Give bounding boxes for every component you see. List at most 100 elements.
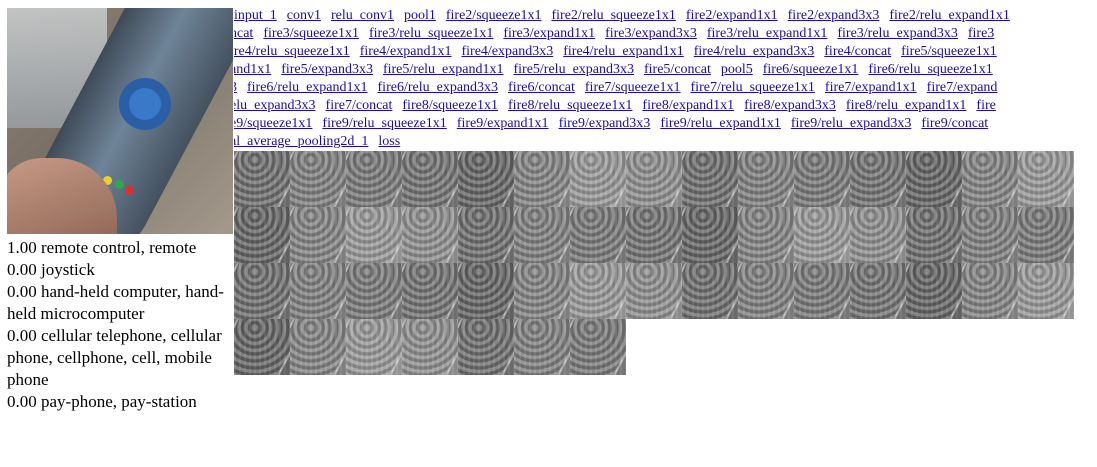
layer-link[interactable]: fire9/expand1x1 (457, 116, 549, 131)
feature-map-tile (1018, 207, 1074, 263)
layer-link-row: elu_expand3x3 fire7/concat fire8/squeeze1x… (234, 97, 1093, 115)
layer-link-row: and1x1 fire5/expand3x3 fire5/relu_expand1x… (234, 61, 1093, 79)
feature-map-tile (514, 207, 570, 263)
layer-link[interactable]: fire5/concat (644, 62, 711, 77)
feature-map-tile (626, 263, 682, 319)
layer-link[interactable]: fire3 (968, 26, 994, 41)
layer-link[interactable]: fire2/relu_expand1x1 (889, 8, 1010, 23)
layer-link[interactable]: fire3/relu_expand3x3 (837, 26, 958, 41)
feature-map-tile (458, 263, 514, 319)
layer-link[interactable]: fire3/squeeze1x1 (263, 26, 359, 41)
green-button (115, 180, 124, 189)
layer-link[interactable]: fire9/expand3x3 (559, 116, 651, 131)
layer-link[interactable]: fire6/relu_squeeze1x1 (868, 62, 992, 77)
layer-link[interactable]: fire7/expand1x1 (825, 80, 917, 95)
feature-map-tile (738, 151, 794, 207)
red-button (125, 186, 134, 195)
feature-map-tile (234, 207, 290, 263)
layer-link[interactable]: fire8/squeeze1x1 (402, 98, 498, 113)
layer-link[interactable]: fire5/relu_expand1x1 (383, 62, 504, 77)
layer-link[interactable]: fire2/squeeze1x1 (446, 8, 542, 23)
feature-map-tile (962, 207, 1018, 263)
feature-map-tile (962, 263, 1018, 319)
layer-link[interactable]: fire4/expand3x3 (461, 44, 553, 59)
layer-link[interactable]: fire5/expand3x3 (281, 62, 373, 77)
layer-link[interactable]: pool5 (721, 62, 753, 77)
input-image (7, 8, 233, 234)
layer-link[interactable]: fire9/concat (921, 116, 988, 131)
feature-map-tile (346, 151, 402, 207)
layer-link[interactable]: ire4/relu_squeeze1x1 (234, 44, 350, 59)
layer-link[interactable]: fire6/concat (508, 80, 575, 95)
layer-link[interactable]: fire3/relu_squeeze1x1 (369, 26, 493, 41)
feature-map-tile (402, 151, 458, 207)
feature-map-tile (794, 263, 850, 319)
prediction-item: 1.00 remote control, remote (7, 238, 197, 257)
layer-link[interactable]: fire4/relu_expand3x3 (694, 44, 815, 59)
layer-link[interactable]: al_average_pooling2d_1 (234, 134, 368, 149)
feature-map-tile (962, 151, 1018, 207)
layer-link[interactable]: fire4/expand1x1 (360, 44, 452, 59)
layer-link[interactable]: fire8/relu_squeeze1x1 (508, 98, 632, 113)
layer-link[interactable]: fire2/relu_squeeze1x1 (552, 8, 676, 23)
layer-link[interactable]: fire4/relu_expand1x1 (563, 44, 684, 59)
layer-link[interactable]: conv1 (287, 8, 321, 23)
feature-map-tile (514, 263, 570, 319)
layer-link[interactable]: 3 (234, 80, 237, 95)
layer-link[interactable]: fire6/squeeze1x1 (763, 62, 859, 77)
feature-map-tile (906, 207, 962, 263)
feature-map-tile (346, 263, 402, 319)
layer-link[interactable]: fire5/squeeze1x1 (901, 44, 997, 59)
prediction-item: 0.00 pay-phone, pay-station (7, 392, 197, 411)
layer-link[interactable]: fire9/relu_squeeze1x1 (322, 116, 446, 131)
layer-link[interactable]: input_1 (234, 8, 277, 23)
feature-map-tile (906, 263, 962, 319)
feature-map-tile (402, 263, 458, 319)
layer-link[interactable]: fire8/expand3x3 (744, 98, 836, 113)
feature-map-tile (290, 263, 346, 319)
layer-link[interactable]: fire3/expand3x3 (605, 26, 697, 41)
layer-link[interactable]: fire9/relu_expand1x1 (660, 116, 781, 131)
layer-link[interactable]: pool1 (404, 8, 436, 23)
layer-link[interactable]: fire2/expand1x1 (686, 8, 778, 23)
layer-link[interactable]: fire6/relu_expand3x3 (378, 80, 499, 95)
layer-link[interactable]: fire7/expand (927, 80, 998, 95)
layer-link[interactable]: fire4/concat (824, 44, 891, 59)
layer-link-row: 3 fire6/relu_expand1x1 fire6/relu_expand3x… (234, 79, 1093, 97)
feature-map-tile (570, 319, 626, 375)
layer-link[interactable]: fire9/relu_expand3x3 (791, 116, 912, 131)
layer-link-row: input_1 conv1 relu_conv1 pool1 fire2/squeeze… (234, 7, 1097, 25)
feature-map-tile (458, 151, 514, 207)
layer-link[interactable]: relu_conv1 (331, 8, 394, 23)
layer-link-list: input_1 conv1 relu_conv1 pool1 fire2/squeeze… (234, 7, 1097, 151)
layer-link-row: e9/squeeze1x1 fire9/relu_squeeze1x1 fire9/… (234, 115, 1093, 133)
layer-link[interactable]: fire5/relu_expand3x3 (513, 62, 634, 77)
feature-map-tile (570, 263, 626, 319)
input-panel: 1.00 remote control, remote 0.00 joystick… (7, 8, 233, 413)
layer-link[interactable]: and1x1 (234, 62, 271, 77)
layer-link[interactable]: fire3/relu_expand1x1 (707, 26, 828, 41)
layer-link[interactable]: ncat (234, 26, 253, 41)
layer-link[interactable]: fire7/concat (326, 98, 393, 113)
layer-link[interactable]: fire2/expand3x3 (788, 8, 880, 23)
layer-link[interactable]: e9/squeeze1x1 (234, 116, 312, 131)
layer-link[interactable]: fire8/relu_expand1x1 (846, 98, 967, 113)
layer-link[interactable]: loss (378, 134, 400, 149)
feature-map-tile (850, 263, 906, 319)
feature-map-tile (682, 263, 738, 319)
feature-map-tile (402, 319, 458, 375)
feature-map-tile (682, 151, 738, 207)
layer-link-row: ire4/relu_squeeze1x1 fire4/expand1x1 fire4… (234, 43, 1093, 61)
layer-link[interactable]: fire8/expand1x1 (642, 98, 734, 113)
layer-link[interactable]: fire3/expand1x1 (503, 26, 595, 41)
feature-map-tile (234, 151, 290, 207)
feature-map-tile (850, 207, 906, 263)
layer-link-row: ncat fire3/squeeze1x1 fire3/relu_squeeze1x… (234, 25, 1093, 43)
layer-link[interactable]: elu_expand3x3 (234, 98, 316, 113)
layer-link[interactable]: fire (976, 98, 995, 113)
layer-link[interactable]: fire7/squeeze1x1 (585, 80, 681, 95)
feature-map-tile (738, 263, 794, 319)
feature-map-tile (906, 151, 962, 207)
layer-link[interactable]: fire6/relu_expand1x1 (247, 80, 368, 95)
layer-link[interactable]: fire7/relu_squeeze1x1 (691, 80, 815, 95)
